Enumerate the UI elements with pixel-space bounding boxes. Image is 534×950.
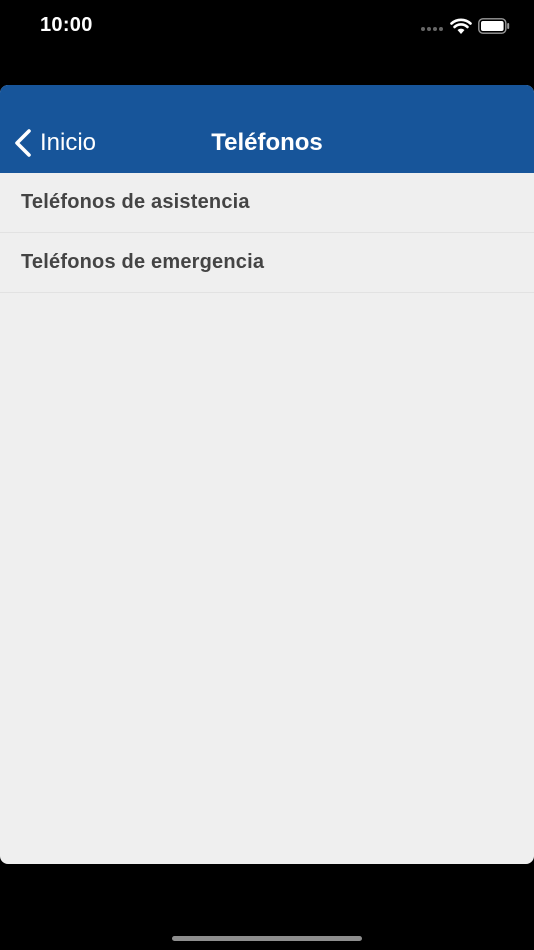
signal-icon	[421, 27, 443, 31]
back-button[interactable]: Inicio	[12, 125, 96, 161]
back-button-label: Inicio	[40, 129, 97, 156]
phones-list: Teléfonos de asistencia Teléfonos de eme…	[0, 173, 534, 293]
wifi-icon	[450, 18, 472, 34]
list-item-label: Teléfonos de asistencia	[21, 191, 250, 213]
app-content: Inicio Teléfonos Teléfonos de asistencia…	[0, 85, 534, 864]
home-indicator[interactable]	[172, 936, 362, 941]
list-item-asistencia[interactable]: Teléfonos de asistencia	[0, 173, 534, 233]
navigation-bar: Inicio Teléfonos	[0, 85, 534, 173]
status-bar: 10:00	[0, 0, 534, 54]
list-item-label: Teléfonos de emergencia	[21, 251, 265, 273]
list-item-emergencia[interactable]: Teléfonos de emergencia	[0, 233, 534, 293]
phone-screen: 10:00 Inicio Teléfonos Teléfonos de asis…	[0, 0, 534, 950]
status-time: 10:00	[40, 14, 93, 36]
chevron-left-icon	[15, 129, 31, 157]
battery-icon	[478, 18, 510, 34]
